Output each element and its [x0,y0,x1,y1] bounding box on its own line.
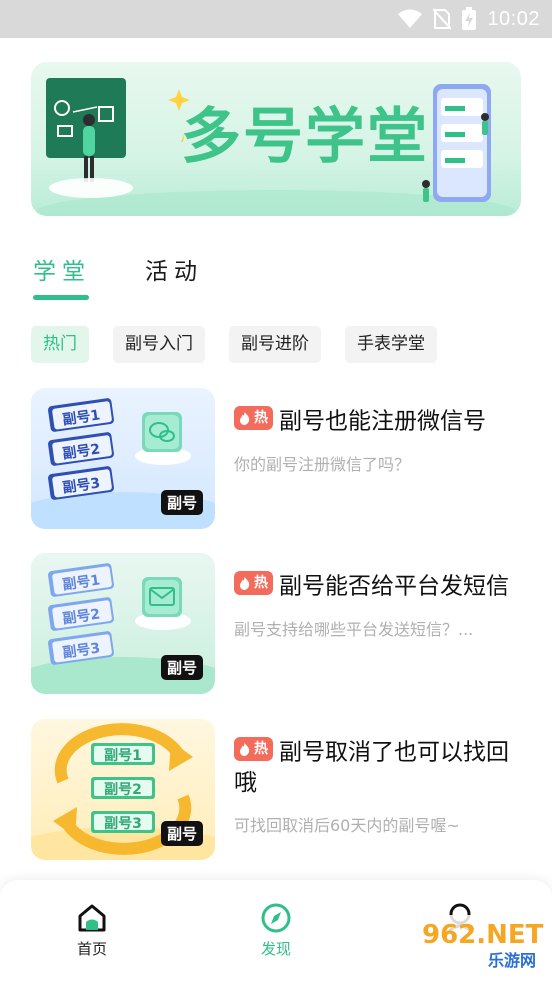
watermark-subtext: 乐游网 [488,951,536,970]
article-item[interactable]: 副号1 副号2 副号3 副号 热副号取消了也可以找回哦 可找回取消后60天内的副… [31,719,521,860]
article-thumbnail: 副号1 副号2 副号3 副号 [31,388,215,529]
wechat-icon [142,412,182,452]
article-subtitle: 可找回取消后60天内的副号喔~ [234,815,460,835]
tab-huodong[interactable]: 活动 [145,252,203,300]
article-thumbnail: 副号1 副号2 副号3 副号 [31,719,215,860]
wifi-icon [398,9,423,28]
nav-home-label: 首页 [76,940,107,958]
thumb-tag: 副号 [160,821,203,846]
article-subtitle: 你的副号注册微信了吗？ [234,454,411,474]
chip-watch[interactable]: 手表学堂 [345,326,437,363]
status-time: 10:02 [487,7,540,30]
no-sim-icon [433,8,452,30]
nav-discover-label: 发现 [260,940,291,958]
article-item[interactable]: 副号1 副号2 副号3 副号 热副号能否给平台发短信 副号支持给哪些平台发送短信… [31,553,521,694]
main-tabs: 学堂 活动 [33,252,203,300]
nav-discover[interactable]: 发现 [236,902,316,959]
article-item[interactable]: 副号1 副号2 副号3 副号 热副号也能注册微信号 你的副号注册微信了吗？ [31,388,521,529]
thumb-tag: 副号 [160,490,203,515]
compass-icon [261,903,291,933]
watermark-logo: 962.NET 乐游网 [414,913,546,973]
status-bar: 10:02 [0,0,552,38]
home-icon [78,904,106,932]
chip-advanced[interactable]: 副号进阶 [229,326,321,363]
hot-badge: 热 [234,737,273,761]
article-title: 热副号能否给平台发短信 [234,571,521,602]
article-thumbnail: 副号1 副号2 副号3 副号 [31,553,215,694]
category-chips: 热门 副号入门 副号进阶 手表学堂 [31,326,437,363]
article-subtitle: 副号支持给哪些平台发送短信？... [234,619,474,639]
flame-icon [240,742,250,756]
tab-xuetang[interactable]: 学堂 [33,252,91,300]
mail-icon [142,577,182,617]
battery-charging-icon [462,7,477,30]
article-title: 热副号取消了也可以找回哦 [234,737,521,798]
watermark-text: 962.NET [422,920,544,950]
banner[interactable]: 多号学堂 [31,62,521,216]
thumb-tag: 副号 [160,655,203,680]
nav-home[interactable]: 首页 [52,902,132,959]
hot-badge: 热 [234,406,273,430]
chip-beginner[interactable]: 副号入门 [113,326,205,363]
status-icons: 10:02 [397,6,540,32]
hot-badge: 热 [234,571,273,595]
flame-icon [240,411,250,425]
thumb-item-1: 副号1 [104,748,142,764]
banner-title: 多号学堂 [181,102,429,172]
thumb-item-2: 副号2 [104,782,142,798]
flame-icon [240,576,250,590]
article-title: 热副号也能注册微信号 [234,406,521,437]
chip-hot[interactable]: 热门 [31,326,89,363]
thumb-item-3: 副号3 [104,816,142,832]
